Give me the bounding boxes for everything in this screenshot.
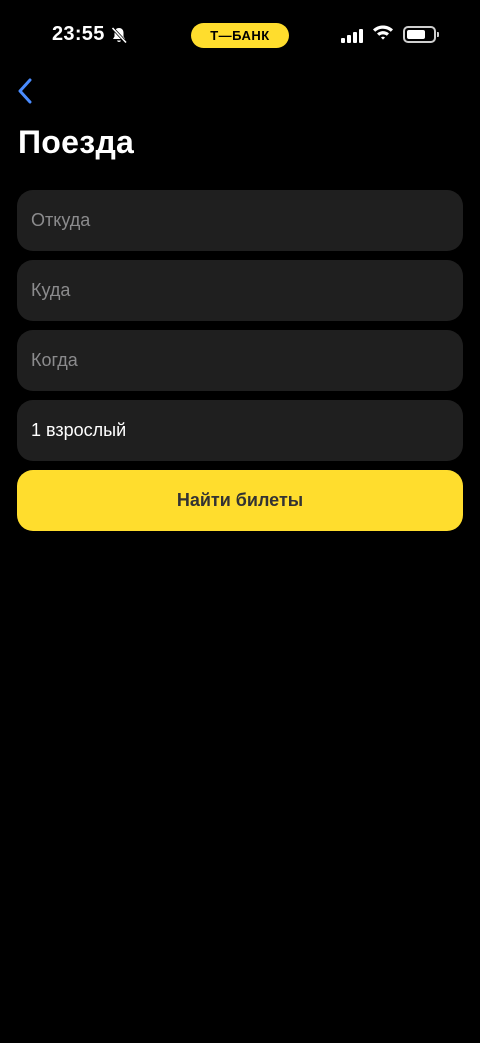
- from-field[interactable]: Откуда: [17, 190, 463, 251]
- page-title: Поезда: [18, 124, 135, 160]
- wifi-icon: [372, 24, 394, 45]
- brand-pill[interactable]: Т—БАНК: [191, 23, 289, 48]
- train-search-form: Откуда Куда Когда 1 взрослый Найти билет…: [17, 190, 463, 531]
- time-text: 23:55: [52, 23, 105, 45]
- bell-slash-icon: [110, 26, 128, 44]
- cellular-signal-icon: [341, 27, 363, 43]
- passengers-value: 1 взрослый: [31, 420, 127, 440]
- date-placeholder: Когда: [31, 350, 78, 370]
- to-placeholder: Куда: [31, 280, 71, 300]
- find-tickets-label: Найти билеты: [176, 490, 304, 510]
- brand-label: Т—БАНК: [210, 28, 270, 43]
- passengers-field[interactable]: 1 взрослый: [17, 400, 463, 461]
- battery-fill: [407, 30, 425, 39]
- chevron-left-icon: [17, 78, 33, 109]
- back-button[interactable]: [12, 78, 38, 108]
- find-tickets-button[interactable]: Найти билеты: [17, 470, 463, 531]
- date-field[interactable]: Когда: [17, 330, 463, 391]
- battery-icon: [403, 26, 439, 43]
- status-bar: 23:55 Т—БАНК: [0, 0, 480, 70]
- status-time: 23:55: [52, 23, 128, 46]
- from-placeholder: Откуда: [31, 210, 91, 230]
- status-icons: [341, 24, 439, 45]
- to-field[interactable]: Куда: [17, 260, 463, 321]
